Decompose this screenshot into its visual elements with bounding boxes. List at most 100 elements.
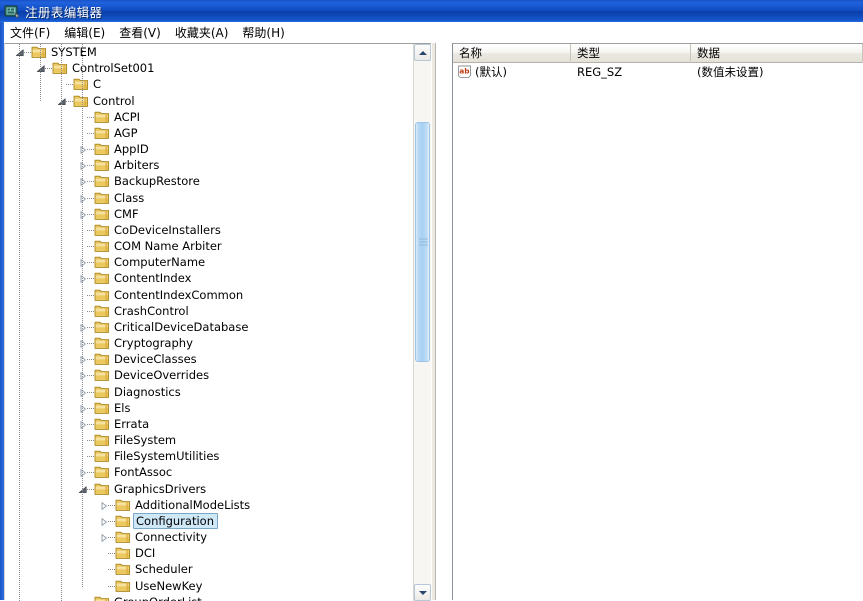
collapse-arrow-icon[interactable] (57, 97, 67, 107)
tree-node-errata-label[interactable]: Errata (112, 416, 152, 432)
tree-row[interactable]: CMF (5, 206, 431, 222)
tree-row[interactable]: GraphicsDrivers (5, 481, 431, 497)
menu-favorites[interactable]: 收藏夹(A) (168, 22, 236, 43)
expand-arrow-icon[interactable] (78, 468, 88, 478)
tree-row[interactable]: Errata (5, 416, 431, 432)
tree-node-codeviceinstallers-label[interactable]: CoDeviceInstallers (112, 222, 224, 238)
tree-node-appid-label[interactable]: AppID (112, 141, 152, 157)
expand-arrow-icon[interactable] (78, 274, 88, 284)
expand-arrow-icon[interactable] (78, 339, 88, 349)
tree-node-els-label[interactable]: Els (112, 400, 133, 416)
value-type-cell[interactable]: REG_SZ (571, 63, 691, 81)
tree-node-deviceclasses-label[interactable]: DeviceClasses (112, 351, 200, 367)
tree-row[interactable]: AdditionalModeLists (5, 497, 431, 513)
tree-row[interactable]: ACPI (5, 109, 431, 125)
tree-row[interactable]: FileSystemUtilities (5, 448, 431, 464)
menu-file[interactable]: 文件(F) (3, 22, 57, 43)
tree-node-crashcontrol-label[interactable]: CrashControl (112, 303, 192, 319)
tree-row[interactable]: Els (5, 400, 431, 416)
expand-arrow-icon[interactable] (99, 533, 109, 543)
scrollbar-thumb[interactable] (415, 122, 430, 362)
expand-arrow-icon[interactable] (78, 258, 88, 268)
scroll-down-button[interactable] (414, 584, 431, 601)
tree-row[interactable]: DeviceOverrides (5, 367, 431, 383)
tree-row[interactable]: COM Name Arbiter (5, 238, 431, 254)
expand-arrow-icon[interactable] (78, 145, 88, 155)
tree-node-fontassoc-label[interactable]: FontAssoc (112, 464, 175, 480)
menu-edit[interactable]: 编辑(E) (57, 22, 112, 43)
expand-arrow-icon[interactable] (78, 161, 88, 171)
tree-row[interactable]: ControlSet001 (5, 60, 431, 76)
tree-row[interactable]: FontAssoc (5, 464, 431, 480)
tree-node-deviceoverrides-label[interactable]: DeviceOverrides (112, 367, 212, 383)
tree-row[interactable]: CoDeviceInstallers (5, 222, 431, 238)
tree-node-backuprestore-label[interactable]: BackupRestore (112, 173, 203, 189)
expand-arrow-icon[interactable] (99, 517, 109, 527)
tree-node-arbiters-label[interactable]: Arbiters (112, 157, 162, 173)
scrollbar-track[interactable] (414, 61, 431, 584)
tree-row[interactable]: Configuration (5, 512, 431, 529)
expand-arrow-icon[interactable] (78, 371, 88, 381)
tree-row[interactable]: ContentIndex (5, 270, 431, 286)
menu-view[interactable]: 查看(V) (112, 22, 168, 43)
tree-row[interactable]: BackupRestore (5, 173, 431, 189)
tree-vertical-scrollbar[interactable] (413, 44, 431, 601)
registry-values-pane[interactable]: 名称 类型 数据 ab (默认) REG_SZ (数值未设置) (452, 43, 863, 600)
value-data-cell[interactable]: (数值未设置) (691, 63, 863, 81)
registry-tree[interactable]: SYSTEM ControlSet001 C Control ACPI AGP AppID A… (5, 44, 431, 601)
tree-node-usenewkey-label[interactable]: UseNewKey (133, 578, 205, 594)
tree-row[interactable]: SYSTEM (5, 44, 431, 60)
tree-node-criticaldevicedatabase-label[interactable]: CriticalDeviceDatabase (112, 319, 251, 335)
tree-row[interactable]: Class (5, 190, 431, 206)
tree-node-diagnostics-label[interactable]: Diagnostics (112, 384, 184, 400)
expand-arrow-icon[interactable] (99, 501, 109, 511)
collapse-arrow-icon[interactable] (15, 48, 25, 58)
tree-row[interactable]: Arbiters (5, 157, 431, 173)
expand-arrow-icon[interactable] (78, 194, 88, 204)
tree-row[interactable]: Scheduler (5, 561, 431, 577)
tree-node-contentindexcommon-label[interactable]: ContentIndexCommon (112, 287, 246, 303)
tree-row[interactable]: Cryptography (5, 335, 431, 351)
value-name-cell[interactable]: ab (默认) (453, 63, 571, 81)
tree-node-control-label[interactable]: Control (91, 93, 138, 109)
tree-row[interactable]: AppID (5, 141, 431, 157)
expand-arrow-icon[interactable] (78, 177, 88, 187)
tree-node-dci-label[interactable]: DCI (133, 545, 158, 561)
expand-arrow-icon[interactable] (78, 323, 88, 333)
tree-row[interactable]: ContentIndexCommon (5, 287, 431, 303)
expand-arrow-icon[interactable] (78, 210, 88, 220)
tree-row[interactable]: CrashControl (5, 303, 431, 319)
expand-arrow-icon[interactable] (78, 388, 88, 398)
column-data[interactable]: 数据 (691, 44, 863, 63)
tree-row[interactable]: AGP (5, 125, 431, 141)
menu-help[interactable]: 帮助(H) (235, 22, 291, 43)
column-type[interactable]: 类型 (571, 44, 691, 63)
tree-row[interactable]: Control (5, 93, 431, 109)
tree-node-cryptography-label[interactable]: Cryptography (112, 335, 196, 351)
registry-tree-pane[interactable]: SYSTEM ControlSet001 C Control ACPI AGP AppID A… (5, 43, 431, 601)
tree-row[interactable]: ComputerName (5, 254, 431, 270)
tree-node-contentindex-label[interactable]: ContentIndex (112, 270, 194, 286)
expand-arrow-icon[interactable] (78, 404, 88, 414)
expand-arrow-icon[interactable] (78, 355, 88, 365)
tree-row[interactable]: UseNewKey (5, 578, 431, 594)
tree-node-agp-label[interactable]: AGP (112, 125, 141, 141)
tree-node-graphicsdrivers-label[interactable]: GraphicsDrivers (112, 481, 209, 497)
tree-node-acpi-label[interactable]: ACPI (112, 109, 143, 125)
list-item[interactable]: ab (默认) REG_SZ (数值未设置) (453, 63, 863, 81)
tree-row[interactable]: DeviceClasses (5, 351, 431, 367)
collapse-arrow-icon[interactable] (36, 64, 46, 74)
tree-node-controlset001-label[interactable]: ControlSet001 (70, 60, 157, 76)
tree-node-filesystem-label[interactable]: FileSystem (112, 432, 179, 448)
tree-row[interactable]: Connectivity (5, 529, 431, 545)
expand-arrow-icon[interactable] (78, 420, 88, 430)
tree-row[interactable]: DCI (5, 545, 431, 561)
tree-node-filesystemutilities-label[interactable]: FileSystemUtilities (112, 448, 222, 464)
tree-row[interactable]: C (5, 76, 431, 92)
tree-node-scheduler-label[interactable]: Scheduler (133, 561, 196, 577)
collapse-arrow-icon[interactable] (78, 485, 88, 495)
tree-node-system-label[interactable]: SYSTEM (49, 44, 100, 60)
tree-node-additionalmodelists-label[interactable]: AdditionalModeLists (133, 497, 253, 513)
tree-node-com-name-arbiter-label[interactable]: COM Name Arbiter (112, 238, 225, 254)
tree-row[interactable]: FileSystem (5, 432, 431, 448)
